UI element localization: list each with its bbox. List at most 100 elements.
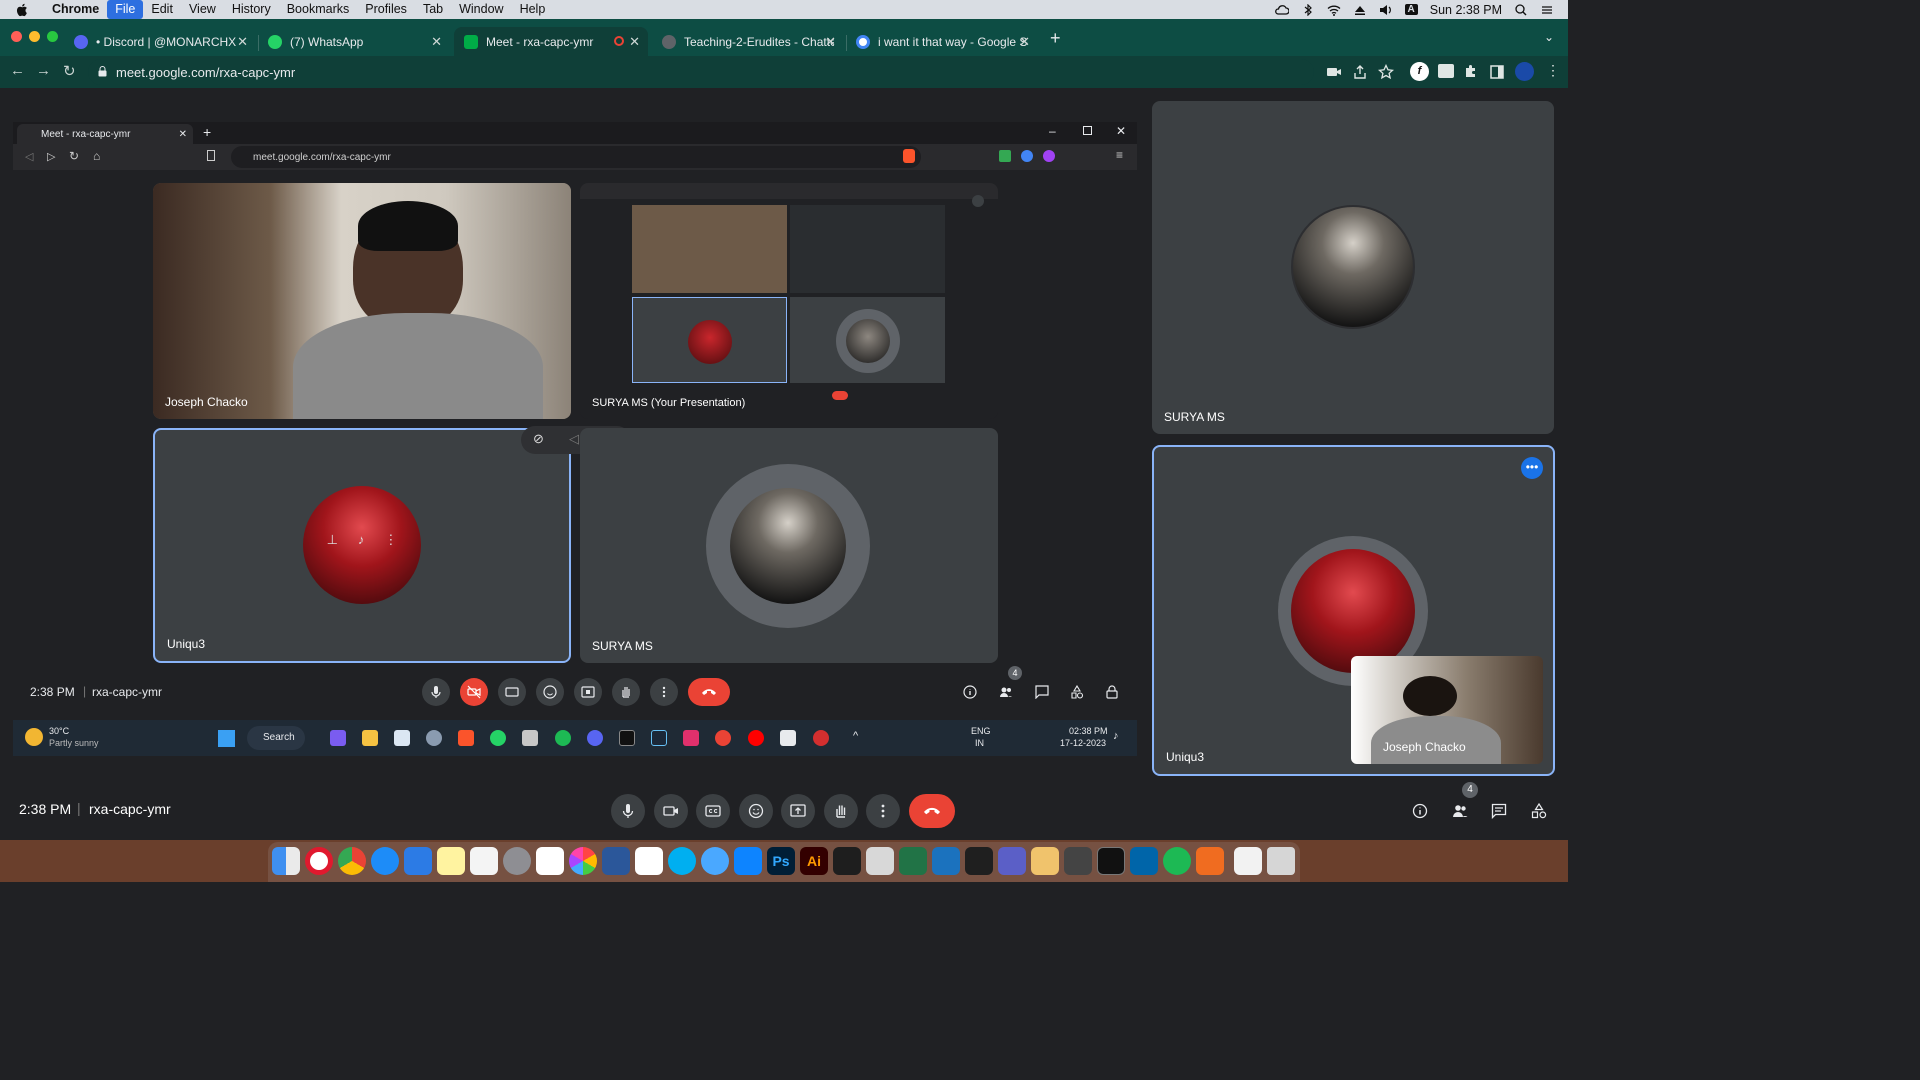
excel-icon[interactable] — [899, 847, 927, 875]
spotify-icon[interactable] — [1163, 847, 1191, 875]
system-settings-icon[interactable] — [503, 847, 531, 875]
menu-bookmarks[interactable]: Bookmarks — [279, 0, 358, 19]
vscode-icon[interactable] — [1130, 847, 1158, 875]
close-tab-icon[interactable]: ✕ — [1019, 34, 1030, 50]
volume-icon[interactable] — [1379, 4, 1393, 16]
menu-help[interactable]: Help — [512, 0, 554, 19]
extension-fi-icon[interactable]: f — [1410, 62, 1429, 81]
self-view-inset[interactable]: Joseph Chacko — [1351, 656, 1543, 764]
present-now-button[interactable] — [781, 794, 815, 828]
opera-icon[interactable] — [305, 847, 333, 875]
cloud-icon[interactable] — [1274, 4, 1289, 16]
spotlight-search-icon[interactable] — [1514, 3, 1528, 16]
bluetooth-icon[interactable] — [1301, 3, 1315, 16]
address-bar[interactable]: meet.google.com/rxa-capc-ymr — [88, 59, 1314, 85]
airplay-icon[interactable] — [1353, 4, 1367, 16]
menu-profiles[interactable]: Profiles — [357, 0, 415, 19]
downloads-stack-icon[interactable] — [1234, 847, 1262, 875]
raise-hand-button[interactable] — [824, 794, 858, 828]
app-store-icon[interactable] — [734, 847, 762, 875]
menu-window[interactable]: Window — [451, 0, 511, 19]
chrome-menu-icon[interactable]: ⋮ — [1546, 62, 1560, 79]
close-window-button[interactable] — [11, 31, 22, 42]
chat-button[interactable] — [1482, 794, 1516, 828]
back-icon[interactable]: ← — [10, 62, 25, 79]
bookmark-star-icon[interactable] — [1378, 64, 1394, 80]
close-tab-icon[interactable]: ✕ — [629, 34, 640, 50]
app-orange-icon[interactable] — [1196, 847, 1224, 875]
slack-icon[interactable] — [635, 847, 663, 875]
teams-icon[interactable] — [998, 847, 1026, 875]
affinity-icon[interactable] — [932, 847, 960, 875]
apple-menu-icon[interactable] — [14, 0, 30, 19]
photoshop-icon[interactable]: Ps — [767, 847, 795, 875]
camera-button[interactable] — [654, 794, 688, 828]
finder-icon[interactable] — [272, 847, 300, 875]
minimize-window-button[interactable] — [29, 31, 40, 42]
calendar-icon[interactable] — [536, 847, 564, 875]
archive-icon[interactable] — [866, 847, 894, 875]
textedit-icon[interactable] — [470, 847, 498, 875]
info-button — [956, 678, 984, 706]
safari-icon[interactable] — [371, 847, 399, 875]
reload-icon[interactable]: ↻ — [63, 62, 76, 80]
terminal-icon[interactable] — [1097, 847, 1125, 875]
camera-in-use-icon[interactable] — [1326, 64, 1342, 80]
trash-icon[interactable] — [1267, 847, 1295, 875]
keynote-icon[interactable] — [404, 847, 432, 875]
extension-icon — [1021, 150, 1033, 162]
menu-app-name[interactable]: Chrome — [44, 0, 107, 19]
menu-view[interactable]: View — [181, 0, 224, 19]
tab-whatsapp[interactable]: (7) WhatsApp ✕ — [258, 27, 450, 56]
menu-file[interactable]: File — [107, 0, 144, 19]
more-options-button[interactable] — [866, 794, 900, 828]
wifi-icon[interactable] — [1327, 4, 1341, 16]
profile-avatar[interactable] — [1515, 62, 1534, 81]
control-center-icon[interactable] — [1540, 4, 1554, 16]
leave-call-button[interactable] — [909, 794, 955, 828]
meeting-details-button[interactable] — [1403, 794, 1437, 828]
unity-icon[interactable] — [1064, 847, 1092, 875]
new-tab-button[interactable]: + — [1050, 28, 1061, 49]
activities-button[interactable] — [1522, 794, 1556, 828]
menu-edit[interactable]: Edit — [143, 0, 181, 19]
skype-icon[interactable] — [668, 847, 696, 875]
close-tab-icon[interactable]: ✕ — [237, 34, 248, 50]
input-source-icon[interactable]: A — [1404, 4, 1418, 15]
side-panel-icon[interactable] — [1489, 64, 1505, 80]
tab-chatter[interactable]: Teaching-2-Erudites - Chatter ✕ — [652, 27, 844, 56]
tab-discord[interactable]: • Discord | @MONARCHX ✕ — [64, 27, 256, 56]
tab-search-chevron-icon[interactable]: ⌄ — [1544, 30, 1554, 44]
word-icon[interactable] — [602, 847, 630, 875]
side-tile-uniqu3[interactable]: ••• Joseph Chacko Uniqu3 — [1152, 445, 1555, 776]
menu-tab[interactable]: Tab — [415, 0, 451, 19]
photos-icon[interactable] — [569, 847, 597, 875]
chrome-icon[interactable] — [338, 847, 366, 875]
tab-title: Meet - rxa-capc-ymr — [486, 34, 594, 49]
figma-icon[interactable] — [833, 847, 861, 875]
tab-google-search[interactable]: i want it that way - Google Sea ✕ — [846, 27, 1038, 56]
illustrator-icon[interactable]: Ai — [800, 847, 828, 875]
forward-icon[interactable]: → — [36, 62, 51, 79]
messages-icon[interactable] — [701, 847, 729, 875]
preview-icon[interactable] — [1031, 847, 1059, 875]
emoji-button[interactable] — [739, 794, 773, 828]
captions-button[interactable] — [696, 794, 730, 828]
notes-icon[interactable] — [437, 847, 465, 875]
mic-button[interactable] — [611, 794, 645, 828]
side-tile-surya[interactable]: SURYA MS — [1152, 101, 1554, 434]
close-tab-icon[interactable]: ✕ — [825, 34, 836, 50]
extension-grammar-icon[interactable] — [1438, 64, 1454, 78]
menubar-clock[interactable]: Sun 2:38 PM — [1430, 3, 1502, 17]
tile-more-options-button[interactable]: ••• — [1521, 457, 1543, 479]
activity-monitor-icon[interactable] — [965, 847, 993, 875]
menu-history[interactable]: History — [224, 0, 279, 19]
zoom-window-button[interactable] — [47, 31, 58, 42]
share-icon[interactable] — [1352, 64, 1368, 80]
extensions-puzzle-icon[interactable] — [1463, 64, 1479, 80]
chrome-tab-strip: • Discord | @MONARCHX ✕ (7) WhatsApp ✕ M… — [0, 19, 1568, 56]
tab-meet[interactable]: Meet - rxa-capc-ymr ✕ — [454, 27, 648, 56]
youtube-icon — [748, 730, 764, 746]
close-tab-icon[interactable]: ✕ — [431, 34, 442, 50]
people-button[interactable] — [1443, 794, 1477, 828]
